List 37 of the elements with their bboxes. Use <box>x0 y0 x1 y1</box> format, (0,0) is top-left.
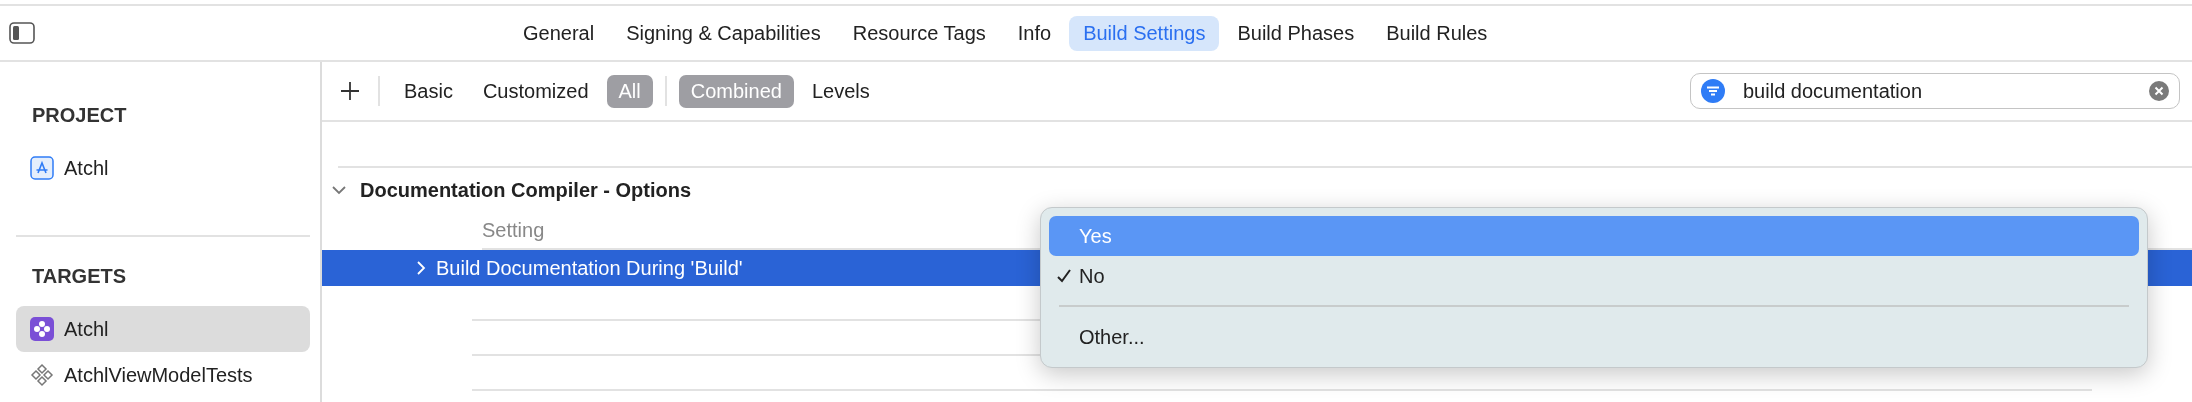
diamond-icon <box>30 363 54 387</box>
add-icon[interactable] <box>340 81 360 101</box>
filter-icon <box>1701 79 1725 103</box>
tab[interactable]: Signing & Capabilities <box>612 15 835 51</box>
sidebar-item[interactable]: Atchl <box>16 306 310 352</box>
menu-item[interactable]: Other... <box>1049 317 2139 357</box>
sidebar-item-label: Atchl <box>64 156 109 180</box>
sidebar-item-label: Atchl <box>64 317 109 341</box>
tab[interactable]: Resource Tags <box>838 15 1000 51</box>
tab[interactable]: Build Settings <box>1069 15 1220 51</box>
checkmark-icon <box>1056 268 1072 284</box>
chevron-icon[interactable] <box>332 185 346 195</box>
app-store-icon <box>30 156 54 180</box>
view-button[interactable]: Levels <box>799 74 882 108</box>
menu-item-label: Yes <box>1079 224 1112 248</box>
setting-name: Build Documentation During 'Build' <box>436 256 743 280</box>
clear-icon[interactable] <box>2149 81 2169 101</box>
app-target-icon <box>30 317 54 341</box>
disclosure-icon[interactable] <box>416 261 426 275</box>
menu-item[interactable]: No <box>1049 256 2139 296</box>
sidebar-toggle-icon[interactable] <box>9 22 35 44</box>
sidebar-item[interactable]: AtchlViewModelTests <box>16 352 310 398</box>
tab[interactable]: Info <box>1003 15 1066 51</box>
sidebar-item[interactable]: Atchl <box>16 145 310 191</box>
menu-item-label: Other... <box>1079 325 1145 349</box>
filter-button[interactable]: Customized <box>470 74 601 108</box>
filter-button[interactable]: Basic <box>392 74 465 108</box>
search-input[interactable]: build documentation <box>1741 78 2133 104</box>
search-field[interactable]: build documentation <box>1690 73 2180 109</box>
section-title: Documentation Compiler - Options <box>360 178 692 202</box>
section-heading: PROJECT <box>31 103 128 128</box>
tab[interactable]: Build Rules <box>1372 15 1502 51</box>
tab[interactable]: General <box>509 15 609 51</box>
section-heading: TARGETS <box>31 264 128 289</box>
menu-item-label: No <box>1079 264 1105 288</box>
tab[interactable]: Build Phases <box>1223 15 1369 51</box>
sidebar-item-label: AtchlViewModelTests <box>64 363 253 387</box>
